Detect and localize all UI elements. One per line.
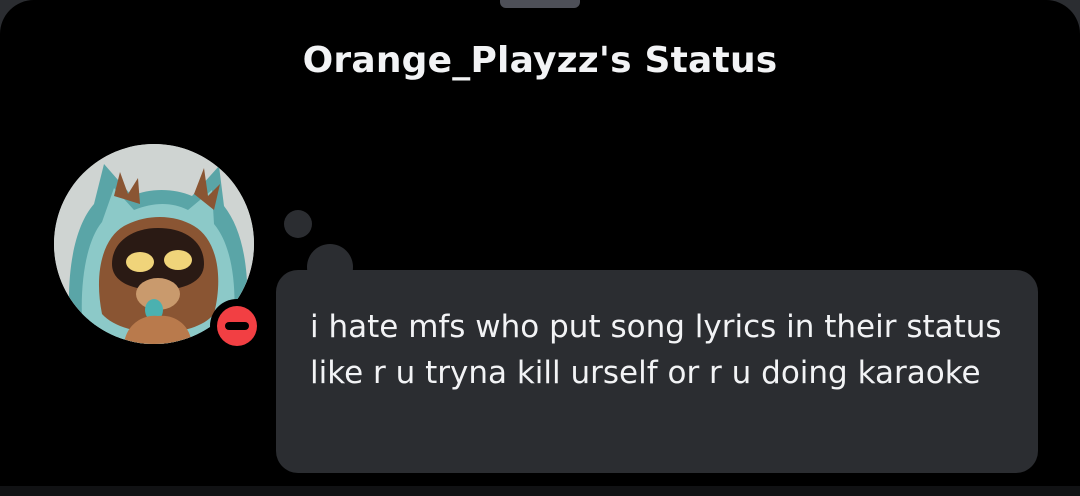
dnd-bar <box>225 322 249 330</box>
thought-bubble-small <box>284 210 312 238</box>
status-text: i hate mfs who put song lyrics in their … <box>310 309 1002 391</box>
drag-handle[interactable] <box>500 0 580 8</box>
dnd-status-indicator <box>217 306 257 346</box>
dnd-status-icon <box>210 299 264 353</box>
sheet-title: Orange_Playzz's Status <box>302 40 778 81</box>
bottom-strip <box>0 486 1080 496</box>
status-bubble: i hate mfs who put song lyrics in their … <box>276 270 1038 473</box>
status-sheet: Orange_Playzz's Status i hate mfs who pu… <box>0 0 1080 486</box>
